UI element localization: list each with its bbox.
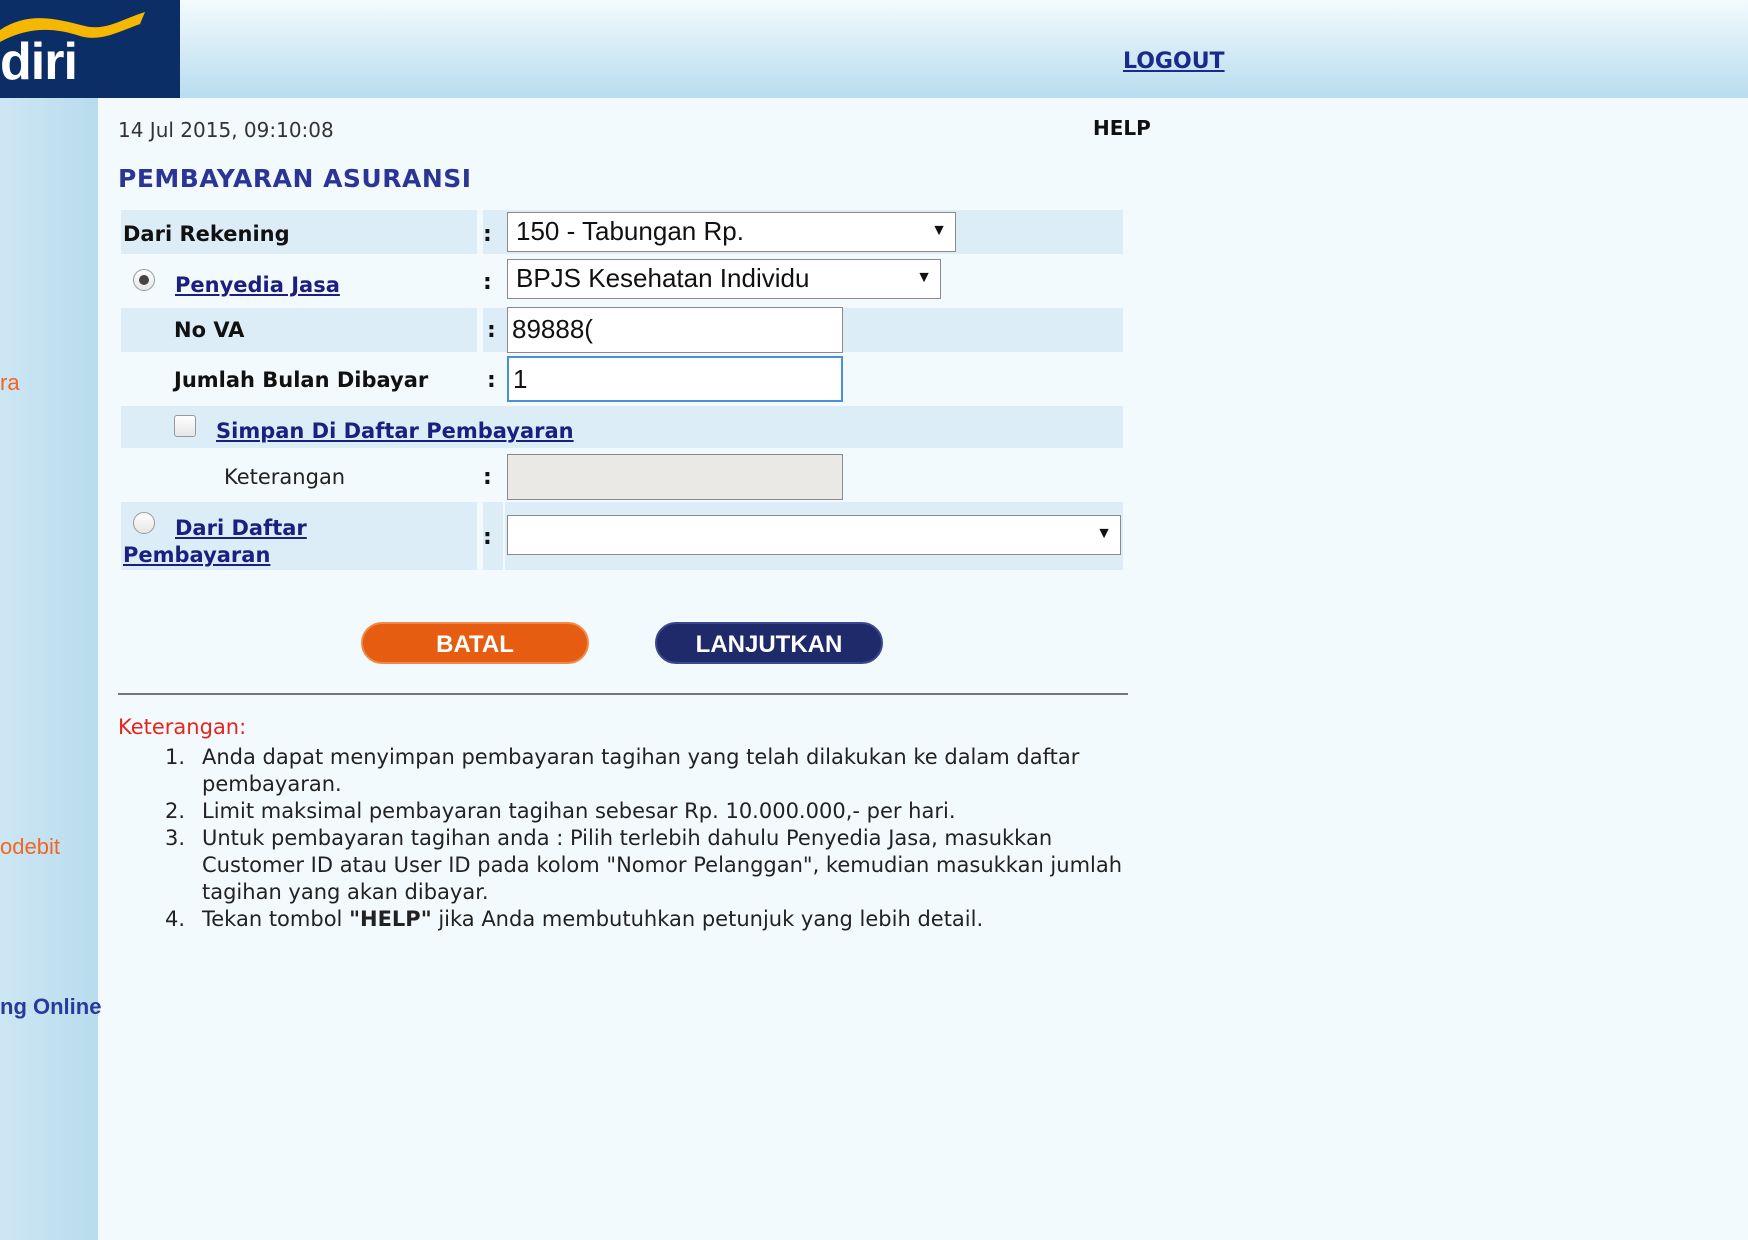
note-number: 3. (165, 826, 186, 850)
penyedia-jasa-label[interactable]: Penyedia Jasa (175, 273, 340, 297)
no-va-label: No VA (174, 318, 245, 342)
dropdown-arrow-icon: ▼ (1096, 525, 1112, 542)
dari-rekening-label: Dari Rekening (123, 222, 290, 246)
colon-penyedia: : (483, 270, 492, 295)
jumlah-bulan-input[interactable]: 1 (507, 356, 843, 402)
note-text: Anda dapat menyimpan pembayaran tagihan … (202, 745, 1080, 796)
page-title: PEMBAYARAN ASURANSI (118, 164, 472, 193)
dropdown-arrow-icon: ▼ (931, 222, 947, 239)
top-header: diri LOGOUT (0, 0, 1748, 98)
list-item: 4. Tekan tombol "HELP" jika Anda membutu… (160, 906, 1140, 933)
dari-rekening-value: 150 - Tabungan Rp. (516, 216, 744, 246)
note-number: 4. (165, 907, 186, 931)
simpan-checkbox[interactable] (174, 415, 196, 437)
help-link[interactable]: HELP (1093, 116, 1151, 140)
note-number: 1. (165, 745, 186, 769)
batal-button[interactable]: BATAL (361, 622, 589, 664)
logo-text: diri (0, 33, 78, 91)
note-text: Limit maksimal pembayaran tagihan sebesa… (202, 799, 956, 823)
list-item: 2. Limit maksimal pembayaran tagihan seb… (160, 798, 1140, 825)
note-text-before: Tekan tombol (202, 907, 350, 931)
list-item: 3. Untuk pembayaran tagihan anda : Pilih… (160, 825, 1140, 906)
penyedia-jasa-value: BPJS Kesehatan Individu (516, 263, 810, 293)
dropdown-arrow-icon: ▼ (916, 269, 932, 286)
colon-jumlah: : (487, 368, 496, 393)
radio-dot-icon (139, 275, 149, 285)
note-text-after: jika Anda membutuhkan petunjuk yang lebi… (431, 907, 984, 931)
keterangan-label: Keterangan (224, 465, 346, 489)
notes-list: 1. Anda dapat menyimpan pembayaran tagih… (160, 744, 1140, 933)
notes-title: Keterangan: (118, 715, 247, 739)
dari-daftar-radio[interactable] (133, 512, 155, 534)
colon-rekening: : (483, 222, 492, 247)
penyedia-jasa-radio[interactable] (133, 269, 155, 291)
logout-link[interactable]: LOGOUT (1123, 49, 1225, 74)
dari-rekening-select[interactable]: 150 - Tabungan Rp. ▼ (507, 212, 956, 252)
note-text-help: "HELP" (349, 907, 432, 931)
keterangan-input[interactable] (507, 454, 843, 500)
lanjutkan-button[interactable]: LANJUTKAN (655, 622, 883, 664)
bank-logo[interactable]: diri (0, 0, 180, 98)
sidebar-item-1[interactable]: ra (0, 370, 20, 396)
sidebar-item-2[interactable]: odebit (0, 834, 60, 860)
note-number: 2. (165, 799, 186, 823)
dari-daftar-label-line1[interactable]: Dari Daftar (175, 516, 307, 540)
left-sidebar: ra odebit ng Online (0, 98, 101, 1240)
jumlah-bulan-label: Jumlah Bulan Dibayar (174, 368, 429, 392)
penyedia-jasa-select[interactable]: BPJS Kesehatan Individu ▼ (507, 259, 941, 299)
sidebar-item-3[interactable]: ng Online (0, 994, 101, 1020)
list-item: 1. Anda dapat menyimpan pembayaran tagih… (160, 744, 1140, 798)
no-va-input[interactable]: 89888( (507, 307, 843, 353)
note-text: Untuk pembayaran tagihan anda : Pilih te… (202, 826, 1123, 904)
colon-keterangan: : (483, 465, 492, 490)
dari-daftar-label-line2[interactable]: Pembayaran (123, 543, 270, 567)
colon-nova: : (487, 318, 496, 343)
section-divider (118, 693, 1128, 695)
current-datetime: 14 Jul 2015, 09:10:08 (118, 118, 334, 142)
simpan-label[interactable]: Simpan Di Daftar Pembayaran (216, 419, 574, 443)
colon-daftar: : (483, 525, 492, 550)
dari-daftar-select[interactable]: ▼ (507, 515, 1121, 555)
